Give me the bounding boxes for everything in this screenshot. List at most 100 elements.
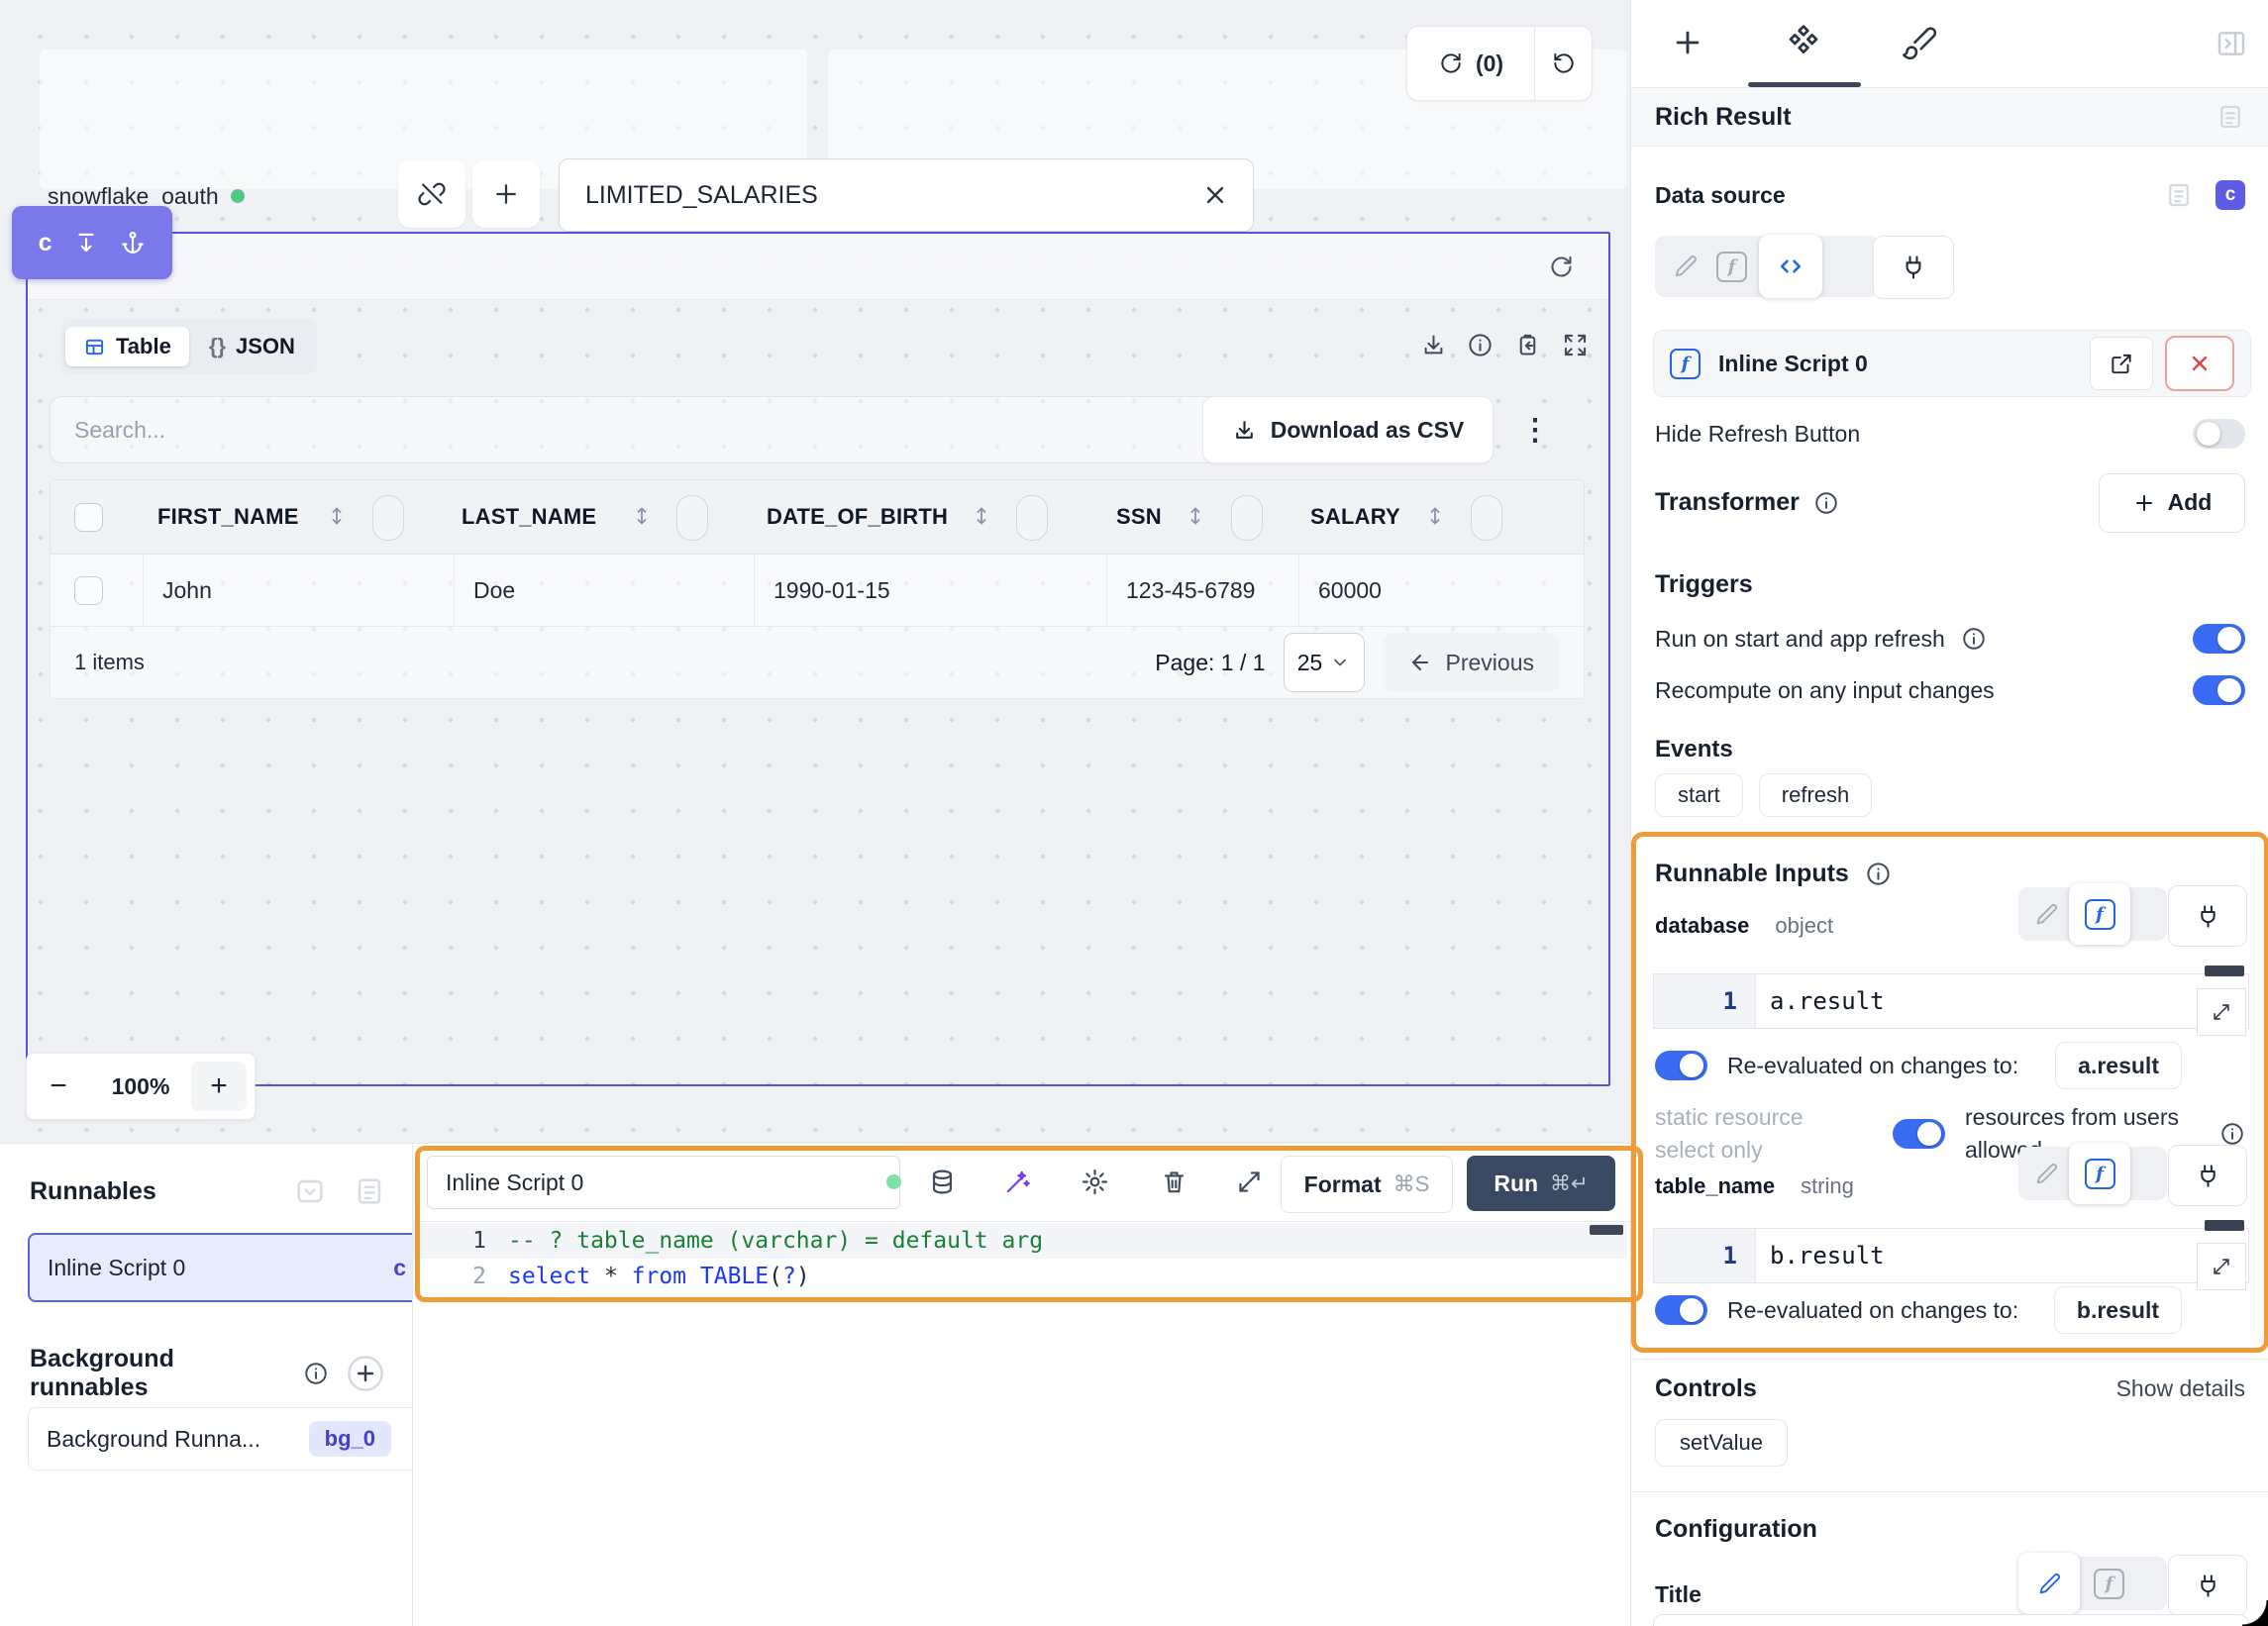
- plug-option-button[interactable]: [2168, 1145, 2247, 1206]
- refresh-result-icon[interactable]: [1548, 254, 1575, 280]
- add-component-tab[interactable]: [1671, 26, 1704, 59]
- remove-source-button[interactable]: [2165, 336, 2234, 391]
- open-script-button[interactable]: [2090, 337, 2153, 390]
- ai-wand-icon[interactable]: [1003, 1168, 1032, 1196]
- title-value-input[interactable]: [1653, 1614, 2249, 1626]
- reeval-toggle[interactable]: [1655, 1295, 1707, 1325]
- docs-icon[interactable]: [2216, 102, 2245, 132]
- column-toggle[interactable]: [1231, 495, 1263, 541]
- plug-option-button[interactable]: [2168, 885, 2247, 947]
- zoom-out-button[interactable]: −: [27, 1069, 90, 1103]
- source-script-row[interactable]: f Inline Script 0: [1653, 330, 2251, 397]
- page-size-select[interactable]: 25: [1284, 633, 1365, 692]
- runnables-list-icon[interactable]: [353, 1174, 386, 1208]
- table-search-input[interactable]: [72, 416, 1201, 445]
- code-line-1[interactable]: 1 -- ? table_name (varchar) = default ar…: [413, 1223, 1627, 1259]
- sort-icon[interactable]: [1423, 504, 1447, 528]
- function-option-active[interactable]: f: [2069, 1143, 2130, 1204]
- event-chip-refresh[interactable]: refresh: [1759, 773, 1872, 817]
- tab-json[interactable]: {} JSON: [191, 327, 313, 366]
- rich-result-component[interactable]: Result Table {} JSON: [26, 232, 1610, 1086]
- component-selection-toolbar[interactable]: c: [12, 206, 172, 279]
- column-toggle[interactable]: [1471, 495, 1502, 541]
- column-toggle[interactable]: [1016, 495, 1048, 541]
- expand-editor-icon[interactable]: [1235, 1168, 1264, 1196]
- table-name-input[interactable]: [583, 180, 1201, 211]
- download-csv-button[interactable]: Download as CSV: [1202, 396, 1494, 463]
- clear-input-icon[interactable]: [1201, 181, 1229, 209]
- previous-page-button[interactable]: Previous: [1383, 633, 1560, 692]
- function-option-active[interactable]: f: [2069, 883, 2130, 945]
- setvalue-chip[interactable]: setValue: [1655, 1419, 1788, 1467]
- info-icon[interactable]: [303, 1361, 329, 1386]
- zoom-in-button[interactable]: +: [191, 1062, 247, 1111]
- function-option[interactable]: f: [2094, 1569, 2124, 1599]
- script-name-input[interactable]: [444, 1169, 883, 1197]
- event-chip-start[interactable]: start: [1655, 773, 1743, 817]
- table-name-code-editor[interactable]: 1 b.result: [1653, 1228, 2249, 1283]
- add-transformer-button[interactable]: Add: [2099, 473, 2245, 533]
- code-option-active[interactable]: [1759, 235, 1822, 298]
- docs-icon[interactable]: [2164, 180, 2194, 210]
- components-tab-icon[interactable]: [1784, 22, 1823, 61]
- database-code-editor[interactable]: 1 a.result: [1653, 973, 2249, 1029]
- runnable-item-inline-script[interactable]: Inline Script 0 c: [28, 1233, 426, 1302]
- unlink-button[interactable]: [398, 160, 465, 228]
- column-header[interactable]: FIRST_NAME: [157, 480, 299, 554]
- column-header[interactable]: SSN: [1116, 480, 1162, 554]
- hide-refresh-toggle[interactable]: [2193, 419, 2245, 449]
- info-icon[interactable]: [1813, 490, 1839, 516]
- info-icon[interactable]: [2219, 1121, 2245, 1147]
- recompute-toggle[interactable]: [2193, 675, 2245, 705]
- copy-result-icon[interactable]: [1514, 332, 1541, 358]
- history-button[interactable]: [1535, 51, 1592, 76]
- settings-gear-icon[interactable]: [1081, 1168, 1109, 1196]
- move-down-icon[interactable]: [73, 230, 99, 255]
- scrollbar-thumb[interactable]: [1590, 1225, 1623, 1235]
- delete-trash-icon[interactable]: [1160, 1168, 1188, 1196]
- info-icon[interactable]: [1865, 861, 1892, 887]
- select-all-checkbox[interactable]: [74, 503, 103, 532]
- style-brush-tab[interactable]: [1901, 24, 1938, 61]
- scrollbar-thumb[interactable]: [2205, 1220, 2244, 1231]
- collapse-panel-icon[interactable]: [2216, 28, 2247, 59]
- info-icon[interactable]: [1467, 332, 1494, 358]
- code-line-2[interactable]: 2 select * from TABLE(?): [413, 1259, 1627, 1294]
- reeval-dep-chip[interactable]: b.result: [2054, 1286, 2182, 1334]
- reeval-dep-chip[interactable]: a.result: [2055, 1042, 2182, 1089]
- fullscreen-icon[interactable]: [1562, 332, 1589, 358]
- download-icon[interactable]: [1420, 332, 1447, 358]
- column-header[interactable]: DATE_OF_BIRTH: [767, 480, 948, 554]
- run-button[interactable]: Run ⌘↵: [1467, 1156, 1615, 1211]
- static-pencil-option[interactable]: [1673, 254, 1699, 279]
- static-option-active[interactable]: [2018, 1553, 2080, 1614]
- reeval-toggle[interactable]: [1655, 1051, 1707, 1080]
- static-pencil-option[interactable]: [2034, 902, 2059, 927]
- refresh-count-button[interactable]: (0): [1407, 51, 1534, 77]
- more-options-kebab-button[interactable]: ⋮: [1513, 408, 1557, 452]
- run-on-start-toggle[interactable]: [2193, 624, 2245, 654]
- collapse-runnables-icon[interactable]: [293, 1174, 327, 1208]
- show-details-link[interactable]: Show details: [2116, 1375, 2245, 1402]
- sort-icon[interactable]: [630, 504, 654, 528]
- column-header[interactable]: LAST_NAME: [462, 480, 596, 554]
- sort-icon[interactable]: [970, 504, 993, 528]
- static-pencil-option[interactable]: [2034, 1162, 2059, 1186]
- sort-icon[interactable]: [1184, 504, 1207, 528]
- row-checkbox[interactable]: [74, 576, 103, 605]
- database-icon[interactable]: [928, 1168, 957, 1196]
- code-value[interactable]: b.result: [1756, 1229, 2248, 1282]
- column-header[interactable]: SALARY: [1310, 480, 1400, 554]
- table-row[interactable]: John Doe 1990-01-15 123-45-6789 60000: [50, 555, 1585, 627]
- plug-resource-button[interactable]: [1873, 236, 1954, 299]
- background-runnable-item[interactable]: Background Runna... bg_0: [28, 1407, 424, 1471]
- column-toggle[interactable]: [372, 495, 404, 541]
- scrollbar-thumb[interactable]: [2205, 965, 2244, 976]
- add-button[interactable]: [472, 160, 540, 228]
- expand-code-button[interactable]: [2197, 1243, 2246, 1290]
- resources-from-users-toggle[interactable]: [1893, 1119, 1945, 1149]
- function-option[interactable]: f: [1716, 252, 1747, 282]
- anchor-icon[interactable]: [120, 230, 146, 255]
- info-icon[interactable]: [1961, 626, 1987, 652]
- expand-code-button[interactable]: [2197, 988, 2246, 1036]
